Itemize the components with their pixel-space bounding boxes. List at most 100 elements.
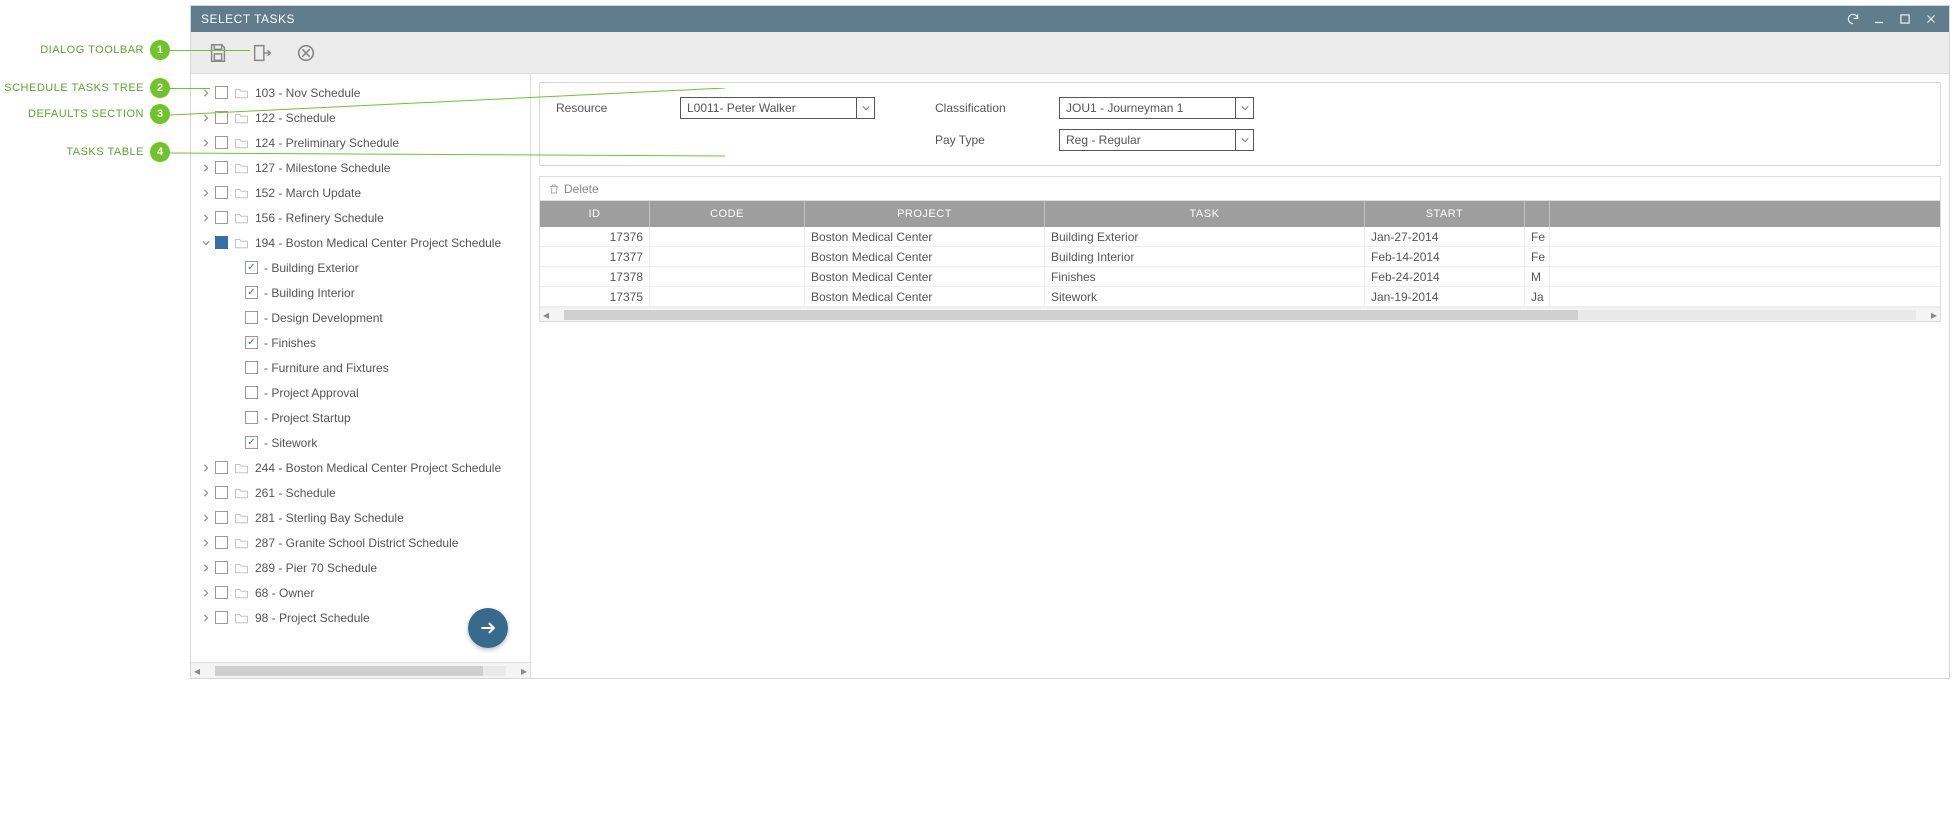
tree-task-node[interactable]: - Building Interior <box>195 280 526 305</box>
expand-arrow-icon[interactable] <box>201 213 211 223</box>
tree-scroll[interactable]: 103 - Nov Schedule122 - Schedule 124 - Pr… <box>191 74 530 662</box>
col-header-task[interactable]: TASK <box>1045 201 1365 227</box>
col-header-start[interactable]: START <box>1365 201 1525 227</box>
tree-checkbox[interactable] <box>245 361 258 374</box>
tree-task-node[interactable]: - Design Development <box>195 305 526 330</box>
refresh-icon[interactable] <box>1845 11 1861 27</box>
tree-checkbox[interactable] <box>245 436 258 449</box>
folder-icon <box>234 212 249 224</box>
expand-arrow-icon[interactable] <box>201 188 211 198</box>
table-row[interactable]: 17375Boston Medical CenterSiteworkJan-19… <box>540 287 1940 307</box>
tree-node-label: 124 - Preliminary Schedule <box>255 136 399 150</box>
cell-code <box>650 227 805 246</box>
expand-arrow-icon[interactable] <box>201 88 211 98</box>
expand-arrow-icon[interactable] <box>201 138 211 148</box>
cell-project: Boston Medical Center <box>805 227 1045 246</box>
tree-node-label: 98 - Project Schedule <box>255 611 370 625</box>
tree-checkbox[interactable] <box>215 461 228 474</box>
tree-checkbox[interactable] <box>215 561 228 574</box>
tree-task-node[interactable]: - Project Approval <box>195 380 526 405</box>
tree-schedule-node[interactable]: 124 - Preliminary Schedule <box>195 130 526 155</box>
save-icon[interactable] <box>203 38 233 68</box>
tree-checkbox[interactable] <box>215 586 228 599</box>
tree-schedule-node[interactable]: 244 - Boston Medical Center Project Sche… <box>195 455 526 480</box>
tree-schedule-node[interactable]: 156 - Refinery Schedule <box>195 205 526 230</box>
expand-arrow-icon[interactable] <box>201 463 211 473</box>
expand-arrow-icon[interactable] <box>201 613 211 623</box>
save-and-close-icon[interactable] <box>247 38 277 68</box>
tree-checkbox[interactable] <box>215 111 228 124</box>
tree-node-label: 281 - Sterling Bay Schedule <box>255 511 404 525</box>
cell-project: Boston Medical Center <box>805 287 1045 306</box>
tree-schedule-node[interactable]: 289 - Pier 70 Schedule <box>195 555 526 580</box>
expand-arrow-icon[interactable] <box>201 113 211 123</box>
tree-checkbox[interactable] <box>245 411 258 424</box>
tree-schedule-node[interactable]: 122 - Schedule <box>195 105 526 130</box>
cancel-icon[interactable] <box>291 38 321 68</box>
table-row[interactable]: 17376Boston Medical CenterBuilding Exter… <box>540 227 1940 247</box>
tree-checkbox[interactable] <box>245 286 258 299</box>
tree-checkbox[interactable] <box>245 261 258 274</box>
tree-checkbox[interactable] <box>245 336 258 349</box>
col-header-end[interactable] <box>1525 201 1550 227</box>
tree-task-node[interactable]: - Finishes <box>195 330 526 355</box>
tree-schedule-node[interactable]: 127 - Milestone Schedule <box>195 155 526 180</box>
chevron-down-icon[interactable] <box>856 98 874 118</box>
table-row[interactable]: 17377Boston Medical CenterBuilding Inter… <box>540 247 1940 267</box>
chevron-down-icon[interactable] <box>1235 98 1253 118</box>
col-header-id[interactable]: ID <box>540 201 650 227</box>
tasks-table: Delete ID CODE PROJECT TASK START 17376 B… <box>539 176 1941 322</box>
table-row[interactable]: 17378Boston Medical CenterFinishesFeb-24… <box>540 267 1940 287</box>
classification-select[interactable]: JOU1 - Journeyman 1 <box>1059 97 1254 119</box>
table-horizontal-scrollbar[interactable]: ◂ ▸ <box>540 307 1940 321</box>
cell-id: 17376 <box>540 227 650 246</box>
expand-arrow-icon[interactable] <box>201 163 211 173</box>
tree-checkbox[interactable] <box>245 386 258 399</box>
tree-task-node[interactable]: - Building Exterior <box>195 255 526 280</box>
col-header-project[interactable]: PROJECT <box>805 201 1045 227</box>
chevron-down-icon[interactable] <box>1235 130 1253 150</box>
tree-schedule-node[interactable]: 152 - March Update <box>195 180 526 205</box>
expand-arrow-icon[interactable] <box>201 238 211 248</box>
tree-checkbox[interactable] <box>215 511 228 524</box>
tree-checkbox[interactable] <box>245 311 258 324</box>
tree-schedule-node[interactable]: 281 - Sterling Bay Schedule <box>195 505 526 530</box>
tree-horizontal-scrollbar[interactable]: ◂ ▸ <box>191 662 530 678</box>
select-tasks-dialog: SELECT TASKS <box>190 5 1950 679</box>
expand-arrow-icon[interactable] <box>201 588 211 598</box>
tree-checkbox[interactable] <box>215 236 228 249</box>
expand-arrow-icon[interactable] <box>201 563 211 573</box>
expand-arrow-icon[interactable] <box>201 488 211 498</box>
tree-task-node[interactable]: - Project Startup <box>195 405 526 430</box>
col-header-code[interactable]: CODE <box>650 201 805 227</box>
paytype-select[interactable]: Reg - Regular <box>1059 129 1254 151</box>
cell-project: Boston Medical Center <box>805 247 1045 266</box>
delete-label: Delete <box>564 182 599 196</box>
resource-select[interactable]: L0011- Peter Walker <box>680 97 875 119</box>
tree-checkbox[interactable] <box>215 486 228 499</box>
tree-checkbox[interactable] <box>215 136 228 149</box>
tree-checkbox[interactable] <box>215 611 228 624</box>
close-icon[interactable] <box>1923 11 1939 27</box>
tree-schedule-node[interactable]: 103 - Nov Schedule <box>195 80 526 105</box>
tree-task-node[interactable]: - Sitework <box>195 430 526 455</box>
tree-schedule-node[interactable]: 194 - Boston Medical Center Project Sche… <box>195 230 526 255</box>
tree-schedule-node[interactable]: 68 - Owner <box>195 580 526 605</box>
tree-checkbox[interactable] <box>215 161 228 174</box>
tree-checkbox[interactable] <box>215 211 228 224</box>
tree-checkbox[interactable] <box>215 86 228 99</box>
minimize-icon[interactable] <box>1871 11 1887 27</box>
folder-icon <box>234 512 249 524</box>
tree-task-node[interactable]: - Furniture and Fixtures <box>195 355 526 380</box>
tree-schedule-node[interactable]: 261 - Schedule <box>195 480 526 505</box>
tree-schedule-node[interactable]: 287 - Granite School District Schedule <box>195 530 526 555</box>
expand-arrow-icon[interactable] <box>201 513 211 523</box>
apply-fab-button[interactable] <box>468 608 508 648</box>
tree-checkbox[interactable] <box>215 536 228 549</box>
tree-checkbox[interactable] <box>215 186 228 199</box>
tree-node-label: 152 - March Update <box>255 186 361 200</box>
maximize-icon[interactable] <box>1897 11 1913 27</box>
delete-button[interactable]: Delete <box>540 177 1940 201</box>
expand-arrow-icon[interactable] <box>201 538 211 548</box>
cell-code <box>650 267 805 286</box>
